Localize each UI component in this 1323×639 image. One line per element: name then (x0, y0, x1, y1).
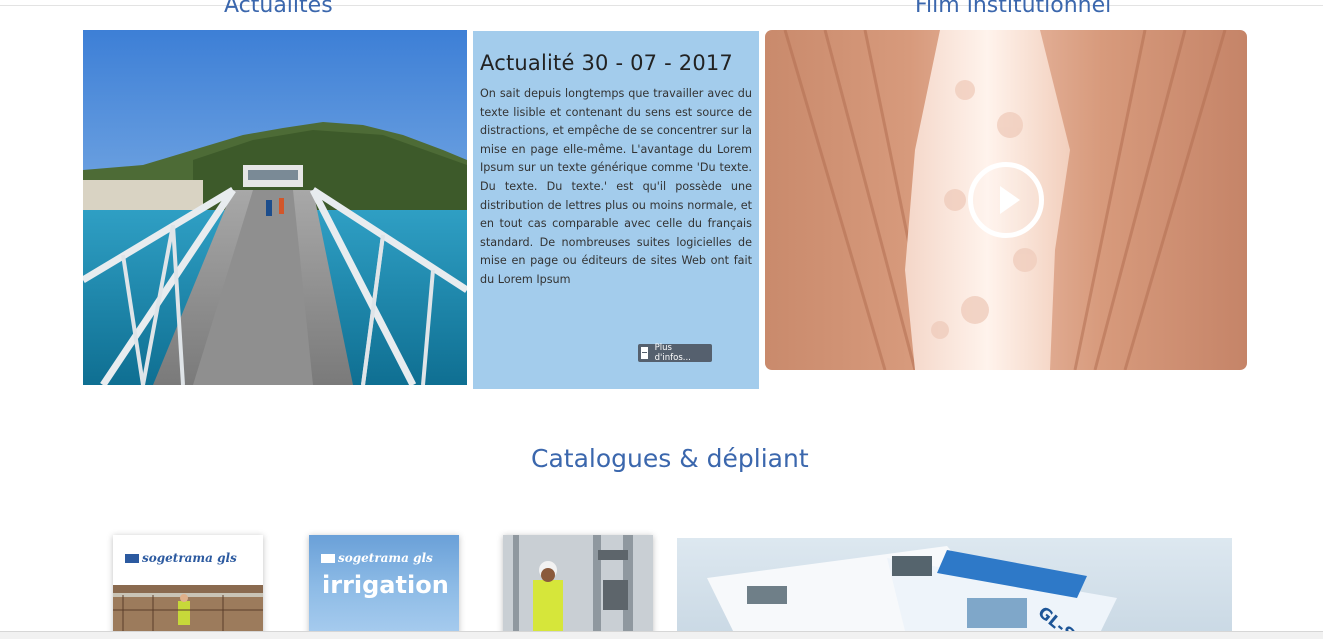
brochure-image: GL-SKI (707, 546, 1117, 639)
catalog-brand: sogetrama gls (321, 551, 433, 565)
sogetrama-logo-icon (321, 554, 335, 563)
actualites-title: Actualités (224, 0, 333, 18)
catalog-cover-image (113, 585, 263, 639)
catalog-item-irrigation[interactable]: sogetrama gls irrigation (309, 535, 459, 639)
brochure-gl-ski[interactable]: GL-SKI (677, 538, 1232, 639)
minus-icon (641, 347, 648, 359)
catalog-item-general[interactable]: sogetrama gls (113, 535, 263, 639)
news-title: Actualité 30 - 07 - 2017 (480, 51, 733, 75)
more-info-label: Plus d'infos... (654, 343, 691, 363)
catalog-item-installation[interactable] (503, 535, 653, 639)
film-title: Film institutionnel (915, 0, 1112, 18)
institutional-video[interactable] (765, 30, 1247, 370)
catalog-cover-image (503, 535, 653, 639)
browser-top-edge (0, 0, 1323, 6)
more-info-button[interactable]: Plus d'infos... (638, 343, 712, 363)
news-card: Actualité 30 - 07 - 2017 On sait depuis … (473, 31, 759, 389)
news-body: On sait depuis longtemps que travailler … (480, 87, 752, 286)
catalogues-title: Catalogues & dépliant (531, 444, 809, 473)
play-icon[interactable] (968, 162, 1044, 238)
catalog-irrigation-label: irrigation (322, 571, 449, 599)
treatment-plant-photo[interactable] (83, 30, 467, 385)
browser-bottom-bar (0, 631, 1323, 639)
treatment-plant-image (83, 30, 467, 385)
